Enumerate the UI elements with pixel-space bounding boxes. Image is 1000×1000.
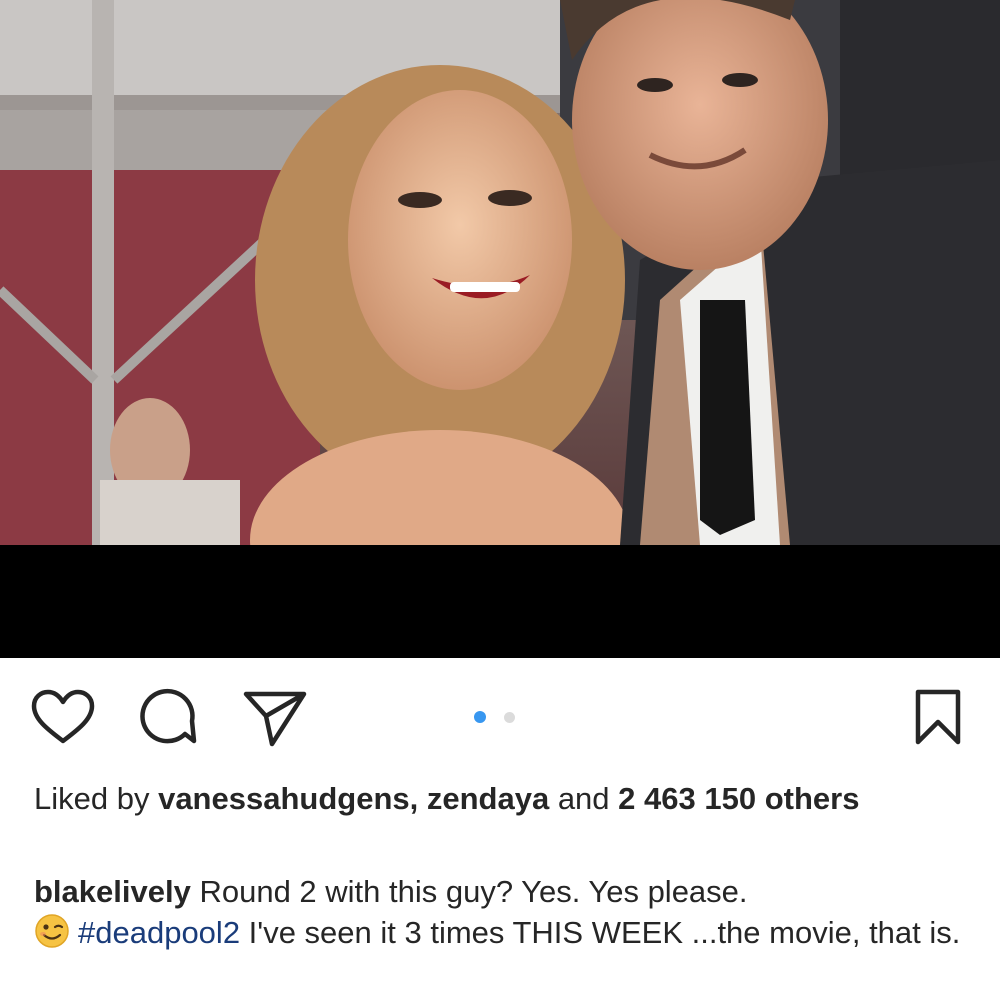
likes-count[interactable]: 2 463 150 — [618, 781, 756, 816]
carousel-dot-active — [474, 711, 486, 723]
likes-separator: , — [409, 781, 427, 816]
likes-prefix: Liked by — [34, 781, 159, 816]
caption-username[interactable]: blakelively — [34, 874, 191, 909]
comment-bubble-icon[interactable] — [138, 688, 198, 748]
caption-text-part2: I've seen it 3 times THIS WEEK ...the mo… — [240, 915, 961, 950]
winking-face-icon — [35, 914, 69, 948]
liked-by-user-vanessahudgens[interactable]: vanessahudgens — [158, 781, 410, 816]
photo-selfie-icon — [0, 0, 1000, 545]
likes-summary: Liked by vanessahudgens, zendaya and 2 4… — [34, 778, 964, 819]
liked-by-user-zendaya[interactable]: zendaya — [427, 781, 549, 816]
caption-text-part1: Round 2 with this guy? Yes. Yes please. — [190, 874, 748, 909]
photo-letterbox — [0, 545, 1000, 658]
post-caption: blakelively Round 2 with this guy? Yes. … — [34, 871, 964, 953]
likes-suffix[interactable]: others — [756, 781, 860, 816]
likes-and: and — [549, 781, 619, 816]
carousel-dot-inactive — [504, 712, 515, 723]
heart-icon[interactable] — [30, 689, 96, 745]
post-photo[interactable] — [0, 0, 1000, 545]
paper-plane-icon[interactable] — [242, 688, 308, 748]
bookmark-icon[interactable] — [914, 688, 962, 746]
carousel-indicator — [474, 711, 518, 725]
hashtag-deadpool2[interactable]: #deadpool2 — [78, 915, 240, 950]
